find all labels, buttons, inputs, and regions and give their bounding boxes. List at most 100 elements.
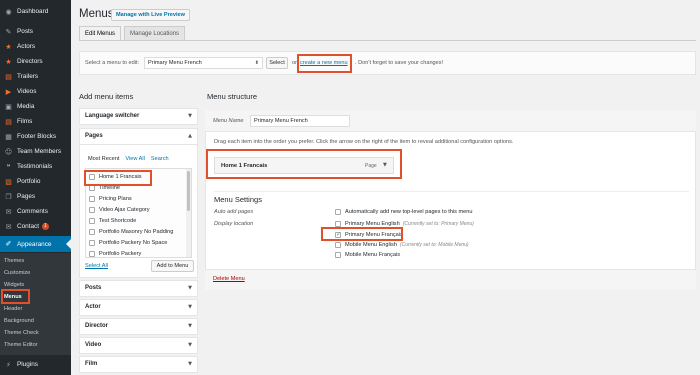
page-label: Test Shortcode xyxy=(99,218,137,224)
caret-down-icon: ▼ xyxy=(188,285,192,291)
pages-icon: ❐ xyxy=(5,192,12,201)
live-preview-button[interactable]: Manage with Live Preview xyxy=(111,9,191,21)
brush-icon: ✐ xyxy=(5,240,12,248)
location-mobile-english[interactable]: Mobile Menu English (Currently set to: M… xyxy=(335,241,469,249)
accordion-language-switcher[interactable]: Language switcher ▼ xyxy=(79,108,198,125)
submenu-themes[interactable]: Themes xyxy=(4,256,24,267)
checkbox[interactable] xyxy=(335,209,341,215)
sidebar-item-testimonials[interactable]: ❝ Testimonials xyxy=(0,159,71,174)
tab-edit-menus[interactable]: Edit Menus xyxy=(79,26,122,40)
menu-structure-footer: Delete Menu xyxy=(205,269,696,290)
select-button[interactable]: Select xyxy=(266,57,288,69)
list-item[interactable]: Test Shortcode xyxy=(89,217,136,225)
notification-badge: 1 xyxy=(42,223,49,230)
location-mobile-francais[interactable]: Mobile Menu Français xyxy=(335,251,400,259)
accordion-posts[interactable]: Posts ▼ xyxy=(79,280,198,297)
option-label: Mobile Menu English xyxy=(345,242,397,248)
checkbox[interactable] xyxy=(335,242,341,248)
list-item[interactable]: Portfolio Packery xyxy=(89,250,142,257)
select-all-link[interactable]: Select All xyxy=(85,263,108,269)
accordion-video[interactable]: Video ▼ xyxy=(79,337,198,354)
sidebar-item-footer-blocks[interactable]: ▦ Footer Blocks xyxy=(0,129,71,144)
video-icon: ▶ xyxy=(5,87,12,96)
menu-name-input[interactable]: Primary Menu French xyxy=(250,115,350,127)
delete-menu-link[interactable]: Delete Menu xyxy=(213,276,245,282)
auto-add-option[interactable]: Automatically add new top-level pages to… xyxy=(335,208,473,216)
sidebar-item-media[interactable]: ▣ Media xyxy=(0,99,71,114)
admin-sidebar: ◉ Dashboard ✎ Posts ★ Actors ★ Directors… xyxy=(0,0,71,375)
submenu-theme-editor[interactable]: Theme Editor xyxy=(4,340,38,351)
list-item[interactable]: Pricing Plans xyxy=(89,195,132,203)
highlight-menus xyxy=(1,289,30,304)
sidebar-item-directors[interactable]: ★ Directors xyxy=(0,54,71,69)
sidebar-item-posts[interactable]: ✎ Posts xyxy=(0,24,71,39)
tab-view-all[interactable]: View All xyxy=(125,156,145,162)
tab-most-recent[interactable]: Most Recent xyxy=(88,156,119,162)
caret-down-icon: ▼ xyxy=(188,361,192,367)
option-label: Mobile Menu Français xyxy=(345,252,401,258)
drag-instructions: Drag each item into the order you prefer… xyxy=(214,139,514,145)
sidebar-item-plugins[interactable]: ⚡ Plugins xyxy=(0,357,71,372)
sidebar-item-label: Trailers xyxy=(17,73,39,80)
checkbox[interactable] xyxy=(89,218,95,224)
sidebar-item-label: Pages xyxy=(17,193,36,200)
sidebar-item-portfolio[interactable]: ▨ Portfolio xyxy=(0,174,71,189)
sidebar-item-comments[interactable]: ✉ Comments xyxy=(0,204,71,219)
option-note: (Currently set to: Primary Menu) xyxy=(402,221,474,227)
sidebar-item-label: Media xyxy=(17,103,35,110)
page-label: Portfolio Masonry No Padding xyxy=(99,229,174,235)
sidebar-item-label: Films xyxy=(17,118,33,125)
sidebar-item-contact[interactable]: ✉ Contact 1 xyxy=(0,219,71,234)
checkbox[interactable] xyxy=(335,252,341,258)
scrollbar-thumb[interactable] xyxy=(187,171,190,211)
add-to-menu-button[interactable]: Add to Menu xyxy=(151,260,194,272)
save-reminder: . Don't forget to save your changes! xyxy=(355,60,444,66)
sidebar-item-label: Team Members xyxy=(17,148,62,155)
checkbox[interactable] xyxy=(89,240,95,246)
accordion-actor[interactable]: Actor ▼ xyxy=(79,299,198,316)
caret-down-icon: ▼ xyxy=(188,113,192,119)
checkbox[interactable] xyxy=(89,251,95,257)
accordion-label: Film xyxy=(85,361,98,367)
sidebar-item-team-members[interactable]: ☺ Team Members xyxy=(0,144,71,159)
accordion-label: Actor xyxy=(85,304,101,310)
menu-structure-panel: Drag each item into the order you prefer… xyxy=(205,110,696,290)
dashboard-icon: ◉ xyxy=(5,7,12,16)
submenu-background[interactable]: Background xyxy=(4,316,34,327)
sidebar-item-label: Videos xyxy=(17,88,37,95)
sidebar-item-label: Comments xyxy=(17,208,48,215)
accordion-director[interactable]: Director ▼ xyxy=(79,318,198,335)
pages-subtabs: Most Recent View All Search xyxy=(88,156,169,162)
menu-name-bar: Menu Name Primary Menu French xyxy=(205,110,696,132)
sidebar-item-pages[interactable]: ❐ Pages xyxy=(0,189,71,204)
checkbox[interactable] xyxy=(89,207,95,213)
tab-search[interactable]: Search xyxy=(151,156,169,162)
checkbox[interactable] xyxy=(89,196,95,202)
scrollbar[interactable] xyxy=(186,169,191,257)
checkbox[interactable] xyxy=(89,229,95,235)
sidebar-item-trailers[interactable]: ▤ Trailers xyxy=(0,69,71,84)
current-menu-arrow xyxy=(66,239,71,249)
sidebar-item-appearance[interactable]: ✐ Appearance xyxy=(0,236,71,252)
highlight-menu-item xyxy=(206,149,402,179)
page-label: Portfolio Packery xyxy=(99,251,142,257)
menu-settings-title: Menu Settings xyxy=(214,195,262,204)
tab-manage-locations[interactable]: Manage Locations xyxy=(124,26,186,40)
list-item[interactable]: Video Ajax Category xyxy=(89,206,150,214)
menu-select-dropdown[interactable]: Primary Menu French ⬍ xyxy=(144,57,263,69)
sidebar-item-videos[interactable]: ▶ Videos xyxy=(0,84,71,99)
sidebar-item-label: Footer Blocks xyxy=(17,133,57,140)
submenu-customize[interactable]: Customize xyxy=(4,268,30,279)
sidebar-item-dashboard[interactable]: ◉ Dashboard xyxy=(0,4,71,19)
submenu-theme-check[interactable]: Theme Check xyxy=(4,328,39,339)
accordion-label: Video xyxy=(85,342,102,348)
list-item[interactable]: Portfolio Packery No Space xyxy=(89,239,167,247)
submenu-header[interactable]: Header xyxy=(4,304,22,315)
sidebar-item-actors[interactable]: ★ Actors xyxy=(0,39,71,54)
accordion-film[interactable]: Film ▼ xyxy=(79,356,198,373)
list-item[interactable]: Portfolio Masonry No Padding xyxy=(89,228,173,236)
nav-tabs: Edit Menus Manage Locations xyxy=(79,26,188,40)
accordion-pages[interactable]: Pages ▲ xyxy=(79,128,198,145)
highlight-create-menu xyxy=(297,54,352,73)
sidebar-item-films[interactable]: ▤ Films xyxy=(0,114,71,129)
